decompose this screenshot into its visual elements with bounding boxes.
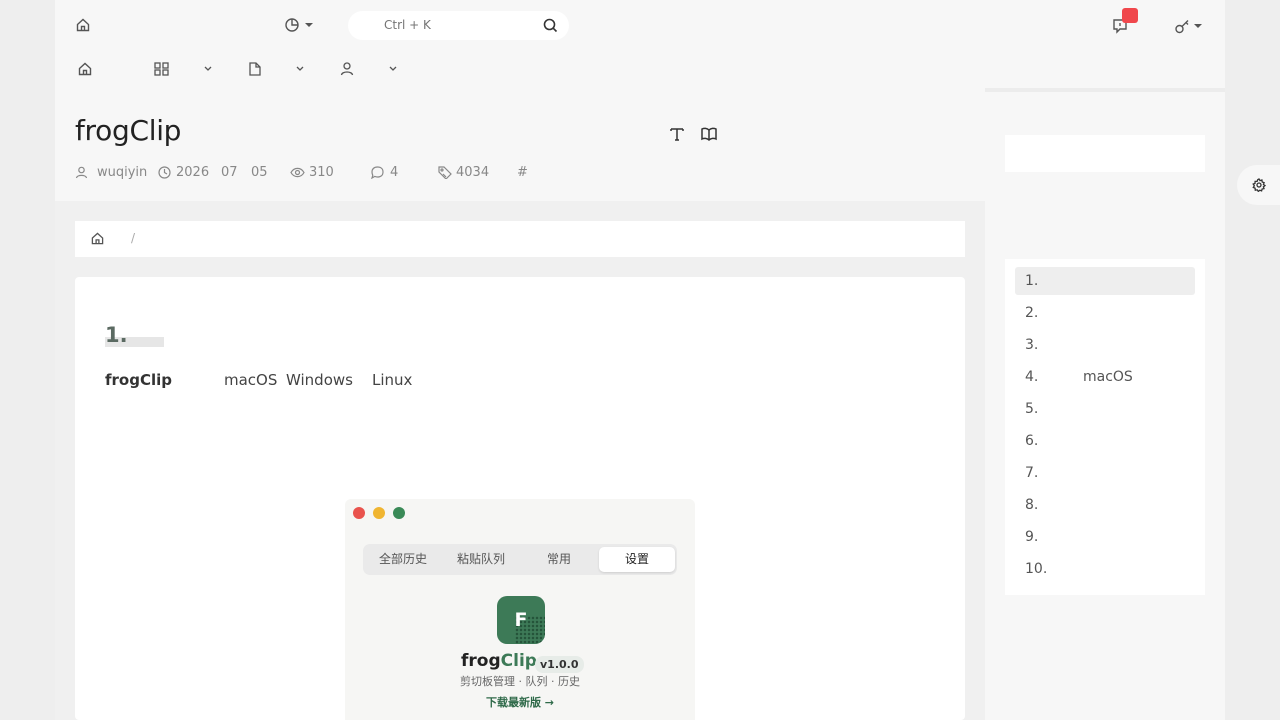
word-count-icon — [438, 166, 452, 179]
app-tab-queue: 粘贴队列 — [456, 552, 505, 566]
chart-pie-dropdown-icon[interactable] — [285, 18, 317, 32]
toc-item-label: 10. — [1025, 561, 1048, 577]
nav-grid-icon[interactable] — [154, 62, 216, 76]
section-heading: 1. — [105, 323, 164, 347]
toc-item-label: 8. — [1025, 497, 1039, 513]
app-tab-favorites: 常用 — [546, 552, 571, 566]
toc-item[interactable]: 6. — [1015, 427, 1195, 455]
toc-item[interactable]: 10. — [1015, 555, 1195, 583]
toc-item-extra: macOS — [1083, 369, 1133, 385]
search-box[interactable] — [348, 11, 569, 40]
words-count: 4034 — [456, 165, 490, 180]
app-tab-settings: 设置 — [599, 547, 675, 572]
paragraph-os-windows: Windows — [286, 371, 353, 389]
window-close-dot — [353, 507, 365, 519]
toc-item-label: 4. — [1025, 369, 1039, 385]
window-zoom-dot — [393, 507, 405, 519]
app-logo-icon: F — [497, 596, 545, 644]
settings-float-button[interactable] — [1237, 165, 1280, 205]
app-screenshot: 全部历史 粘贴队列 常用 设置 F frogClip v1.0.0 剪切板管理 … — [345, 499, 695, 720]
table-of-contents: 1. 2. 3. 4. macOS 5. 6. 7. 8. 9. 10. — [1005, 259, 1205, 595]
toc-item[interactable]: 3. — [1015, 331, 1195, 359]
download-link: 下载最新版 → — [485, 696, 555, 709]
toc-item[interactable]: 8. — [1015, 491, 1195, 519]
author-icon — [75, 166, 88, 179]
app-name-prefix: frog — [461, 651, 501, 671]
key-dropdown-icon[interactable] — [1175, 18, 1203, 34]
search-icon[interactable] — [543, 18, 558, 33]
notification-badge — [1122, 8, 1138, 23]
toc-item[interactable]: 5. — [1015, 395, 1195, 423]
search-input[interactable] — [384, 18, 534, 32]
toc-item[interactable]: 7. — [1015, 459, 1195, 487]
toc-item[interactable]: 2. — [1015, 299, 1195, 327]
article-body: 1. frogClip macOS Windows Linux 全部历史 粘贴队… — [75, 277, 965, 720]
toc-item-label: 2. — [1025, 305, 1039, 321]
toc-item-label: 9. — [1025, 529, 1039, 545]
breadcrumb-home-icon[interactable] — [91, 232, 104, 245]
paragraph-os-macos: macOS — [224, 371, 278, 389]
home-icon[interactable] — [76, 18, 90, 32]
toc-item[interactable]: 9. — [1015, 523, 1195, 551]
breadcrumb-separator: / — [131, 231, 136, 245]
nav-document-icon[interactable] — [248, 62, 308, 76]
toc-item[interactable]: 1. — [1015, 267, 1195, 295]
paragraph-os-linux: Linux — [372, 371, 413, 389]
nav-user-icon[interactable] — [340, 62, 402, 76]
version-badge: v1.0.0 — [535, 656, 584, 673]
sidebar-card — [1005, 135, 1205, 172]
tags-symbol[interactable]: # — [517, 165, 528, 180]
toc-item-label: 3. — [1025, 337, 1039, 353]
nav-home-icon[interactable] — [78, 62, 92, 76]
app-logo-letter: F — [514, 609, 528, 631]
toc-item-label: 5. — [1025, 401, 1039, 417]
comments-count: 4 — [390, 165, 399, 180]
toc-item-label: 7. — [1025, 465, 1039, 481]
toc-item[interactable]: 4. macOS — [1015, 363, 1195, 391]
app-tabs: 全部历史 粘贴队列 常用 设置 — [363, 544, 677, 575]
app-name: frogClip — [461, 651, 537, 671]
date-month: 07 — [221, 165, 238, 180]
window-minimize-dot — [373, 507, 385, 519]
app-subtitle: 剪切板管理 · 队列 · 历史 — [460, 675, 580, 688]
gear-icon[interactable] — [1252, 178, 1266, 192]
page-title: frogClip — [75, 114, 182, 147]
app-name-suffix: Clip — [500, 651, 537, 671]
toc-item-label: 1. — [1025, 273, 1039, 289]
toc-item-label: 6. — [1025, 433, 1039, 449]
clock-icon — [158, 166, 171, 179]
author-name[interactable]: wuqiyin — [97, 165, 147, 180]
date-year: 2026 — [176, 165, 210, 180]
breadcrumb: / — [75, 221, 965, 257]
views-icon — [290, 167, 305, 178]
date-day: 05 — [251, 165, 268, 180]
sidebar-divider — [985, 88, 1225, 92]
font-size-icon[interactable] — [670, 127, 684, 141]
paragraph-bold: frogClip — [105, 371, 172, 389]
app-tab-history: 全部历史 — [378, 552, 427, 566]
reading-mode-icon[interactable] — [701, 127, 717, 141]
views-count: 310 — [309, 165, 334, 180]
comment-icon[interactable] — [371, 166, 384, 179]
page: frogClip wuqiyin 2026 07 05 310 4 4034 #… — [55, 0, 1225, 720]
